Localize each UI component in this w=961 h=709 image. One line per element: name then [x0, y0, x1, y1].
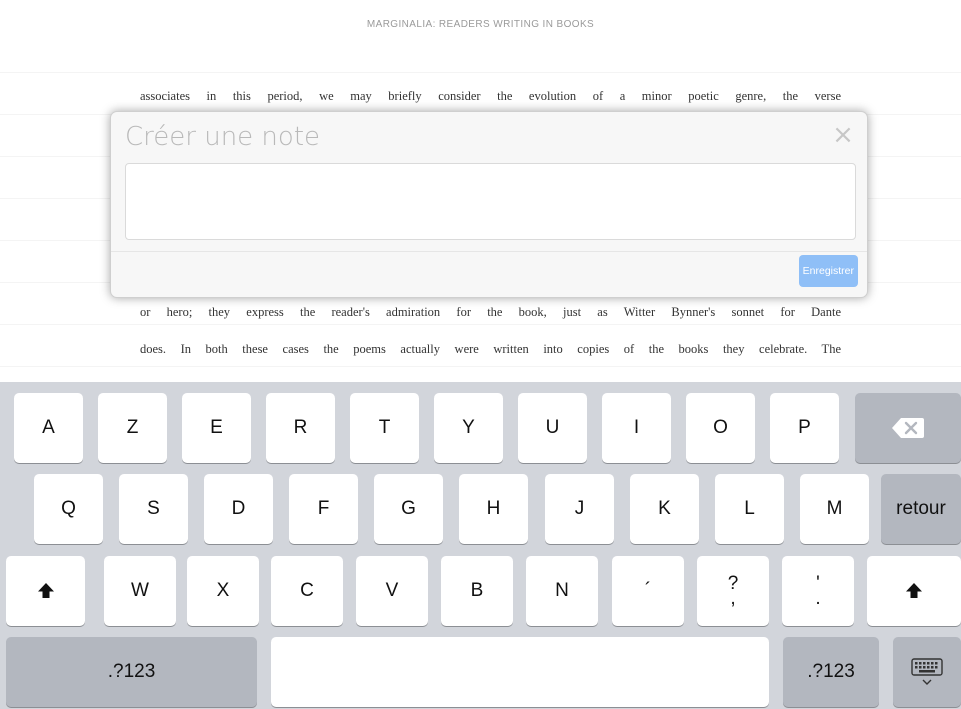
create-note-dialog: Créer une note × Enregistrer	[110, 111, 868, 298]
key-v[interactable]: V	[356, 556, 428, 626]
key-y[interactable]: Y	[434, 393, 503, 463]
key-question-comma[interactable]: ?,	[697, 556, 769, 626]
key-t[interactable]: T	[350, 393, 419, 463]
backspace-icon	[891, 417, 925, 438]
shift-icon	[905, 580, 923, 601]
key-z[interactable]: Z	[98, 393, 167, 463]
key-apostrophe-period[interactable]: '.	[782, 556, 854, 626]
hide-keyboard-icon	[910, 658, 944, 685]
space-bar[interactable]	[271, 637, 769, 707]
book-header: MARGINALIA: READERS WRITING IN BOOKS	[366, 19, 595, 30]
return-key[interactable]: retour	[881, 474, 961, 544]
key-u[interactable]: U	[518, 393, 587, 463]
numbers-key-right[interactable]: .?123	[783, 637, 879, 707]
key-a[interactable]: A	[14, 393, 83, 463]
key-q[interactable]: Q	[34, 474, 103, 544]
key-l[interactable]: L	[715, 474, 784, 544]
key-o[interactable]: O	[686, 393, 755, 463]
key-question-comma-label: ?,	[727, 572, 739, 609]
note-dialog-title: Créer une note	[125, 122, 321, 152]
shift-key-right[interactable]	[867, 556, 961, 626]
key-e[interactable]: E	[182, 393, 251, 463]
key-d[interactable]: D	[204, 474, 273, 544]
shift-icon	[37, 580, 55, 601]
save-note-button[interactable]: Enregistrer	[798, 255, 858, 287]
note-divider	[111, 251, 867, 252]
key-accent[interactable]: ´	[612, 556, 684, 626]
key-m[interactable]: M	[800, 474, 869, 544]
numbers-key-left[interactable]: .?123	[6, 637, 257, 707]
key-p[interactable]: P	[770, 393, 839, 463]
backspace-key[interactable]	[855, 393, 961, 463]
key-n[interactable]: N	[526, 556, 598, 626]
key-apostrophe-period-label: '.	[815, 572, 821, 609]
book-text-line: or hero; they express the reader's admir…	[140, 305, 841, 319]
key-g[interactable]: G	[374, 474, 443, 544]
key-c[interactable]: C	[271, 556, 343, 626]
hide-keyboard-key[interactable]	[893, 637, 961, 707]
key-x[interactable]: X	[187, 556, 259, 626]
key-r[interactable]: R	[266, 393, 335, 463]
close-icon[interactable]: ×	[831, 122, 855, 148]
key-j[interactable]: J	[545, 474, 614, 544]
key-b[interactable]: B	[441, 556, 513, 626]
book-text-line: associates in this period, we may briefl…	[140, 89, 841, 103]
key-w[interactable]: W	[104, 556, 176, 626]
key-k[interactable]: K	[630, 474, 699, 544]
book-text-line: does. In both these cases the poems actu…	[140, 342, 841, 356]
note-text-field[interactable]	[125, 163, 856, 240]
key-i[interactable]: I	[602, 393, 671, 463]
key-f[interactable]: F	[289, 474, 358, 544]
on-screen-keyboard: A Z E R T Y U I O P Q S D F G H J K L M …	[0, 382, 961, 709]
key-h[interactable]: H	[459, 474, 528, 544]
key-s[interactable]: S	[119, 474, 188, 544]
shift-key-left[interactable]	[6, 556, 85, 626]
